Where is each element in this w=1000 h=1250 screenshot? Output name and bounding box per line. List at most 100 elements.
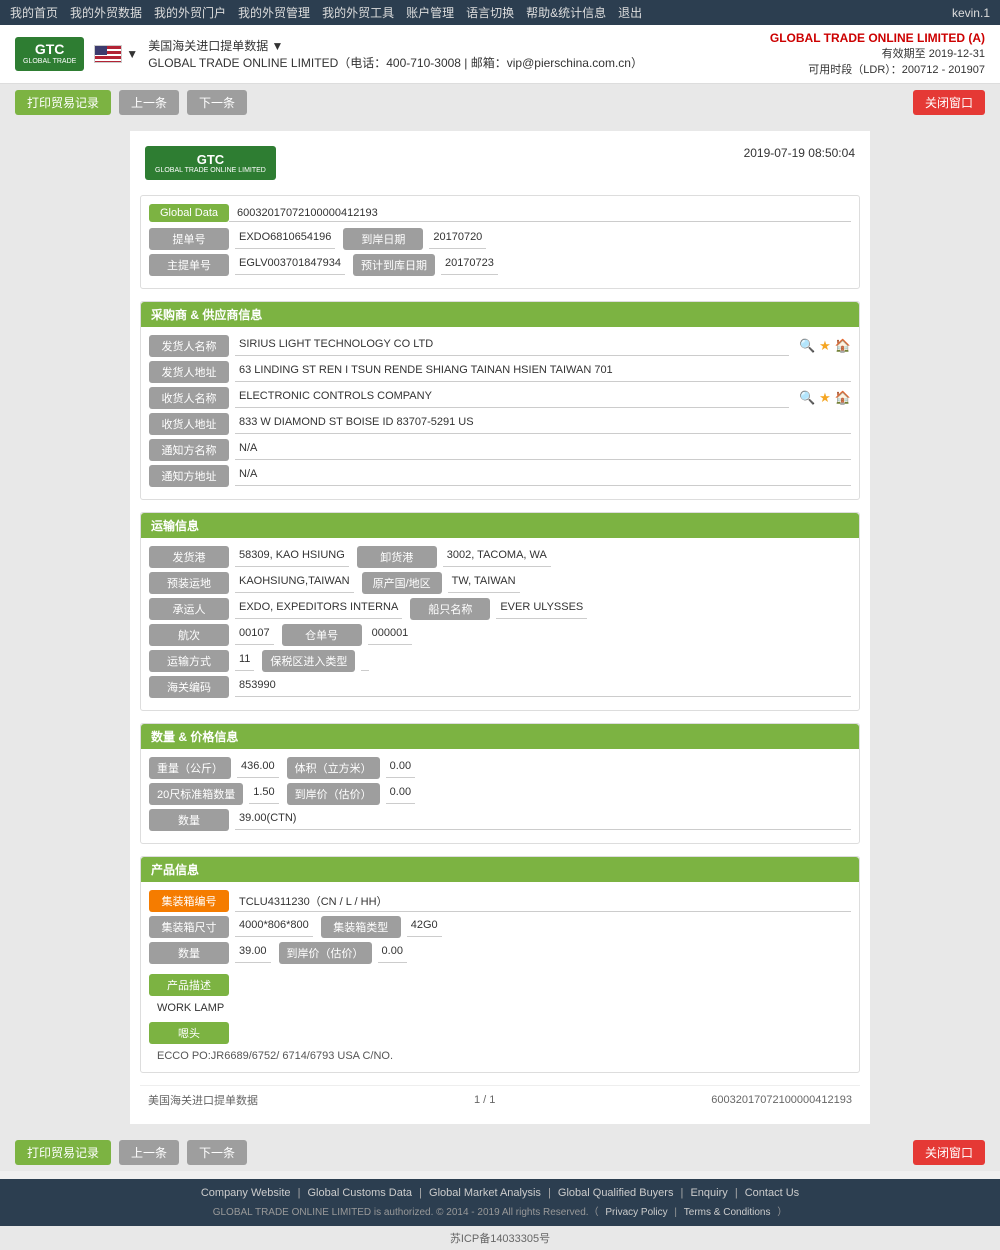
buyer-supplier-body: 发货人名称 SIRIUS LIGHT TECHNOLOGY CO LTD 🔍 ★… — [141, 327, 859, 499]
doc-footer: 美国海关进口提单数据 1 / 1 60032017072100000412193 — [140, 1085, 860, 1114]
footer-copyright: GLOBAL TRADE ONLINE LIMITED is authorize… — [8, 1203, 992, 1218]
copyright-text: GLOBAL TRADE ONLINE LIMITED is authorize… — [213, 1207, 599, 1218]
icp-notice: 苏ICP备14033305号 — [0, 1226, 1000, 1250]
product-section: 产品信息 集装箱编号 TCLU4311230（CN / L / HH） 集装箱尺… — [140, 856, 860, 1073]
close-button-bottom[interactable]: 关闭窗口 — [913, 1140, 985, 1165]
global-data-label: Global Data — [149, 204, 229, 222]
voyage-row: 航次 00107 — [149, 624, 274, 646]
footer-link-contact[interactable]: Contact Us — [745, 1187, 799, 1199]
footer-privacy-link[interactable]: Privacy Policy — [605, 1207, 667, 1218]
nav-home[interactable]: 我的首页 — [10, 4, 58, 21]
flag-area: ▼ — [94, 45, 138, 63]
flag-dropdown[interactable]: ▼ — [126, 47, 138, 61]
consignee-addr-label: 收货人地址 — [149, 413, 229, 435]
close-button-top[interactable]: 关闭窗口 — [913, 90, 985, 115]
us-flag — [94, 45, 122, 63]
product-desc-title: 产品描述 — [149, 974, 229, 996]
next-button-bottom[interactable]: 下一条 — [187, 1140, 247, 1165]
footer-link-customs[interactable]: Global Customs Data — [308, 1187, 413, 1199]
footer-link-company[interactable]: Company Website — [201, 1187, 291, 1199]
logo-text: GTC — [35, 41, 65, 58]
prod-quantity-row: 数量 39.00 — [149, 942, 271, 964]
footer-link-market[interactable]: Global Market Analysis — [429, 1187, 541, 1199]
shipper-home-icon[interactable]: 🏠 — [835, 338, 851, 354]
footer-terms-link[interactable]: Terms & Conditions — [684, 1207, 771, 1218]
warehouse-value: 000001 — [368, 625, 413, 645]
product-desc-section: 产品描述 WORK LAMP — [149, 974, 851, 1016]
container-type-label: 集装箱类型 — [321, 916, 401, 938]
user-info: kevin.1 — [952, 6, 990, 20]
nav-export-portal[interactable]: 我的外贸门户 — [154, 4, 226, 21]
weight-value: 436.00 — [237, 758, 279, 778]
remarks-value: ECCO PO:JR6689/6752/ 6714/6793 USA C/NO. — [149, 1048, 851, 1064]
shipper-name-row: 发货人名称 SIRIUS LIGHT TECHNOLOGY CO LTD 🔍 ★… — [149, 335, 851, 357]
nav-help[interactable]: 帮助&统计信息 — [526, 4, 606, 21]
nav-export-manage[interactable]: 我的外贸管理 — [238, 4, 310, 21]
vessel-value: EVER ULYSSES — [496, 599, 587, 619]
global-data-section: Global Data 60032017072100000412193 提单号 … — [140, 195, 860, 289]
nav-trade-data[interactable]: 我的外贸数据 — [70, 4, 142, 21]
bill-no-row: 提单号 EXDO6810654196 — [149, 228, 335, 250]
notify-name-value: N/A — [235, 440, 851, 460]
weight-row: 重量（公斤） 436.00 — [149, 757, 279, 779]
container-20-label: 20尺标准箱数量 — [149, 783, 243, 805]
prod-arrival-price-label: 到岸价（估价） — [279, 942, 372, 964]
nav-language[interactable]: 语言切换 — [466, 4, 514, 21]
print-button-bottom[interactable]: 打印贸易记录 — [15, 1140, 111, 1165]
pre-carrier-value: KAOHSIUNG,TAIWAN — [235, 573, 354, 593]
bill-no-label: 提单号 — [149, 228, 229, 250]
nav-links: 我的首页 我的外贸数据 我的外贸门户 我的外贸管理 我的外贸工具 账户管理 语言… — [10, 4, 642, 21]
nav-logout[interactable]: 退出 — [618, 4, 642, 21]
header-right: GLOBAL TRADE ONLINE LIMITED (A) 有效期至 201… — [770, 31, 985, 77]
estimated-arrival-row: 预计到库日期 20170723 — [353, 254, 498, 276]
next-button-top[interactable]: 下一条 — [187, 90, 247, 115]
quantity-label: 数量 — [149, 809, 229, 831]
prev-button-bottom[interactable]: 上一条 — [119, 1140, 179, 1165]
remarks-section: 嗯头 ECCO PO:JR6689/6752/ 6714/6793 USA C/… — [149, 1022, 851, 1064]
vessel-label: 船只名称 — [410, 598, 490, 620]
port-row: 发货港 58309, KAO HSIUNG 卸货港 3002, TACOMA, … — [149, 546, 851, 572]
notify-addr-value: N/A — [235, 466, 851, 486]
footer-link-enquiry[interactable]: Enquiry — [690, 1187, 727, 1199]
shipper-search-icon[interactable]: 🔍 — [799, 338, 815, 354]
warehouse-label: 仓单号 — [282, 624, 362, 646]
carrier-value: EXDO, EXPEDITORS INTERNA — [235, 599, 402, 619]
buyer-supplier-header: 采购商 & 供应商信息 — [141, 302, 859, 327]
customs-code-label: 海关编码 — [149, 676, 229, 698]
customs-code-value: 853990 — [235, 677, 851, 697]
carrier-country-row: 预装运地 KAOHSIUNG,TAIWAN 原产国/地区 TW, TAIWAN — [149, 572, 851, 598]
ftz-value — [361, 651, 369, 671]
notify-addr-row: 通知方地址 N/A — [149, 465, 851, 487]
footer-sep-2: | — [419, 1187, 425, 1199]
consignee-name-value: ELECTRONIC CONTROLS COMPANY — [235, 388, 789, 408]
consignee-star-icon[interactable]: ★ — [819, 390, 831, 406]
footer-sep-4: | — [681, 1187, 687, 1199]
doc-source: 美国海关进口提单数据 — [148, 1092, 258, 1108]
doc-header: GTC GLOBAL TRADE ONLINE LIMITED 2019-07-… — [140, 141, 860, 185]
prev-button-top[interactable]: 上一条 — [119, 90, 179, 115]
dest-port-value: 3002, TACOMA, WA — [443, 547, 551, 567]
carrier-label: 承运人 — [149, 598, 229, 620]
shipper-addr-label: 发货人地址 — [149, 361, 229, 383]
footer-sep-3: | — [548, 1187, 554, 1199]
consignee-home-icon[interactable]: 🏠 — [835, 390, 851, 406]
vessel-row: 承运人 EXDO, EXPEDITORS INTERNA 船只名称 EVER U… — [149, 598, 851, 624]
pre-carrier-label: 预装运地 — [149, 572, 229, 594]
arrival-price-row: 到岸价（估价） 0.00 — [287, 783, 415, 805]
top-toolbar: 打印贸易记录 上一条 下一条 关闭窗口 — [0, 84, 1000, 121]
origin-country-label: 原产国/地区 — [362, 572, 442, 594]
prod-arrival-price-value: 0.00 — [378, 943, 407, 963]
nav-export-tools[interactable]: 我的外贸工具 — [322, 4, 394, 21]
shipper-star-icon[interactable]: ★ — [819, 338, 831, 354]
container-size-row: 集装箱尺寸 4000*806*800 — [149, 916, 313, 938]
nav-account[interactable]: 账户管理 — [406, 4, 454, 21]
print-button-top[interactable]: 打印贸易记录 — [15, 90, 111, 115]
vessel-name-row: 船只名称 EVER ULYSSES — [410, 598, 587, 620]
notify-name-row: 通知方名称 N/A — [149, 439, 851, 461]
shipper-name-value: SIRIUS LIGHT TECHNOLOGY CO LTD — [235, 336, 789, 356]
notify-addr-label: 通知方地址 — [149, 465, 229, 487]
consignee-search-icon[interactable]: 🔍 — [799, 390, 815, 406]
quantity-value: 39.00(CTN) — [235, 810, 851, 830]
ftz-label: 保税区进入类型 — [262, 650, 355, 672]
footer-link-buyers[interactable]: Global Qualified Buyers — [558, 1187, 674, 1199]
